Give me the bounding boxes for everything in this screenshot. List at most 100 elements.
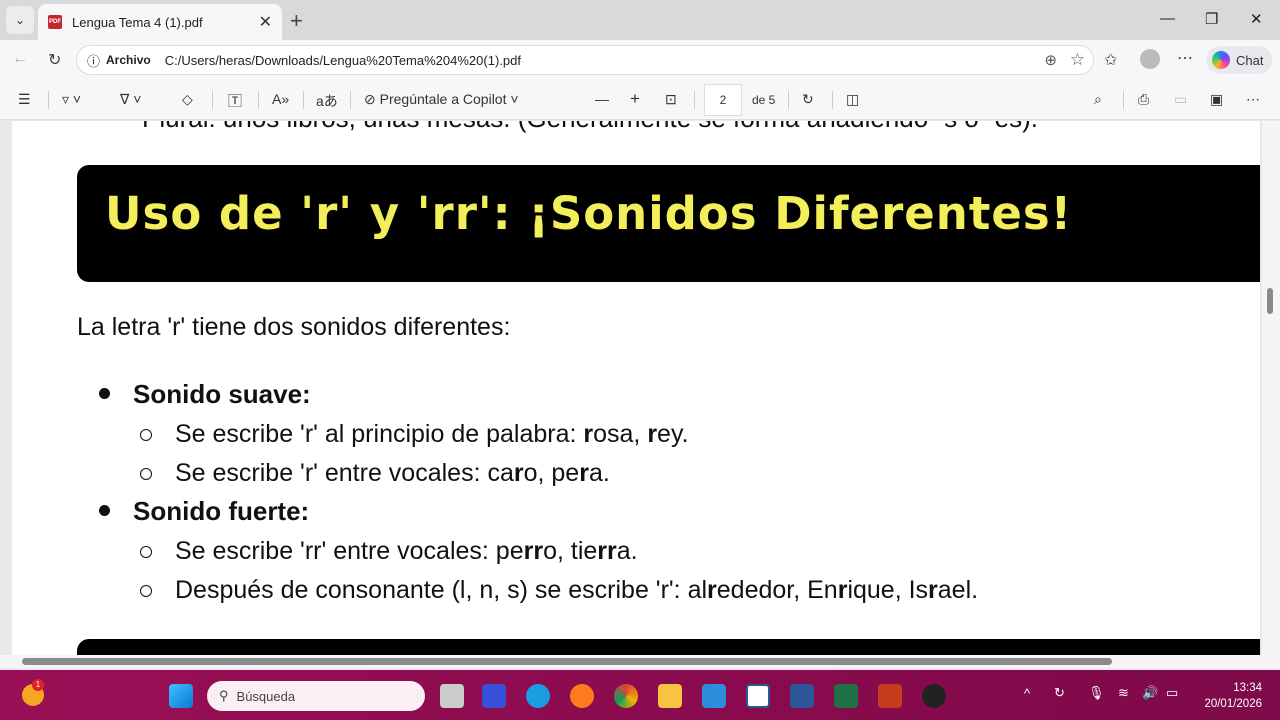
url-text[interactable]: C:/Users/heras/Downloads/Lengua%20Tema%2…	[165, 53, 521, 68]
find-icon[interactable]: ⌕	[1094, 91, 1102, 108]
back-icon[interactable]: ←	[12, 50, 28, 68]
item-text: ey.	[657, 420, 689, 448]
draw-icon[interactable]: ∇ ˅	[120, 91, 141, 108]
zoom-in-icon[interactable]: +	[630, 89, 640, 109]
page-view-icon[interactable]: ◫	[846, 91, 859, 108]
zoom-out-icon[interactable]: —	[595, 91, 609, 107]
firefox-icon[interactable]	[570, 684, 594, 708]
eraser-icon[interactable]: ◇	[182, 91, 193, 108]
item-text: o, tie	[543, 537, 598, 565]
highlighted-letters: rr	[523, 537, 544, 565]
list-item: Se escribe 'r' al principio de palabra: …	[175, 420, 689, 449]
file-explorer-icon[interactable]	[658, 684, 682, 708]
item-text: Se escribe 'r' entre vocales: ca	[175, 459, 514, 487]
word-icon[interactable]	[790, 684, 814, 708]
horizontal-scrollbar[interactable]	[0, 655, 1280, 668]
task-view-icon[interactable]	[440, 684, 464, 708]
close-window-button[interactable]: ✕	[1250, 10, 1263, 28]
wifi-icon[interactable]: ≋	[1118, 685, 1129, 701]
address-bar[interactable]: ⓘ Archivo C:/Users/heras/Downloads/Lengu…	[76, 45, 1094, 75]
item-text: ique, Is	[847, 576, 929, 604]
start-icon[interactable]	[169, 684, 193, 708]
zoom-icon[interactable]: ⊕	[1044, 51, 1057, 69]
info-icon[interactable]: ⓘ	[87, 51, 100, 70]
more-icon[interactable]: ⋯	[1177, 48, 1193, 68]
favorites-icon[interactable]: ✩	[1104, 50, 1117, 70]
minimize-button[interactable]: —	[1160, 10, 1175, 27]
weather-badge: 1	[32, 679, 44, 691]
profile-avatar[interactable]	[1140, 49, 1160, 69]
save-icon: ▭	[1174, 91, 1188, 107]
page-number-input[interactable]: 2	[704, 84, 742, 116]
highlighted-letters: r	[707, 576, 717, 604]
print-icon[interactable]: ⎙	[1138, 91, 1149, 108]
more-tools-icon[interactable]: ⋯	[1246, 91, 1260, 108]
microphone-icon[interactable]: 🎙	[1088, 685, 1105, 701]
taskbar: 1 ⚲ Búsqueda ^ ↻ 🎙 ≋ 🔊 ▭ 13:34 20/01/2026	[0, 670, 1280, 720]
highlighted-letters: r	[583, 420, 594, 448]
highlighted-letters: r	[647, 420, 658, 448]
refresh-icon[interactable]: ↻	[48, 50, 61, 70]
app-icon[interactable]	[482, 684, 506, 708]
sub-bullet-icon	[140, 546, 152, 558]
read-aloud-icon[interactable]: A»	[272, 91, 289, 107]
list-item: Se escribe 'r' entre vocales: caro, pera…	[175, 459, 610, 488]
item-text: a.	[616, 537, 638, 565]
pdf-page: Plural: unos libros, unas mesas. (Genera…	[12, 121, 1260, 655]
vertical-scroll-thumb[interactable]	[1267, 288, 1273, 314]
highlighted-letters: r	[837, 576, 848, 604]
highlighted-letters: r	[928, 576, 938, 604]
page-total: de 5	[752, 93, 776, 107]
fit-width-icon[interactable]: ⊡	[665, 91, 677, 108]
rotate-icon[interactable]: ↻	[802, 91, 814, 108]
contents-icon[interactable]: ☰	[18, 91, 31, 108]
mail-icon[interactable]	[702, 684, 726, 708]
volume-icon[interactable]: 🔊	[1142, 685, 1158, 701]
pdf-viewer: Plural: unos libros, unas mesas. (Genera…	[0, 121, 1280, 655]
item-text: ael.	[937, 576, 979, 604]
search-placeholder: Búsqueda	[236, 688, 296, 704]
pdf-toolbar: ☰ ▿ ˅ ∇ ˅ ◇ 🅃 A» aあ ⊘ Pregúntale a Copil…	[0, 80, 1280, 120]
search-icon: ⚲	[219, 688, 229, 703]
copilot-chat-button[interactable]: Chat	[1206, 46, 1272, 74]
obs-icon[interactable]	[922, 684, 946, 708]
highlight-icon[interactable]: ▿ ˅	[62, 91, 81, 108]
close-tab-icon[interactable]: ✕	[259, 12, 272, 32]
item-text: a.	[588, 459, 610, 487]
tab-active[interactable]: PDF Lengua Tema 4 (1).pdf ✕	[38, 4, 282, 40]
save-as-icon[interactable]: ▣	[1210, 91, 1223, 108]
favorite-star-icon[interactable]: ☆	[1070, 50, 1085, 70]
date: 20/01/2026	[1204, 698, 1262, 710]
taskbar-search[interactable]: ⚲ Búsqueda	[207, 681, 425, 711]
pdf-icon: PDF	[48, 15, 62, 29]
next-heading-banner	[77, 639, 1260, 655]
horizontal-scroll-thumb[interactable]	[22, 658, 1112, 665]
edge-icon[interactable]	[526, 684, 550, 708]
sync-icon[interactable]: ↻	[1054, 685, 1065, 701]
vertical-scrollbar[interactable]	[1262, 121, 1280, 655]
powerpoint-icon[interactable]	[878, 684, 902, 708]
item-text: Se escribe 'rr' entre vocales: pe	[175, 537, 524, 565]
translate-icon[interactable]: aあ	[316, 91, 338, 111]
protocol-label: Archivo	[106, 53, 151, 67]
chrome-icon[interactable]	[614, 684, 638, 708]
copilot-ask-label: Pregúntale a Copilot	[379, 91, 507, 107]
tab-bar: ⌄ PDF Lengua Tema 4 (1).pdf ✕ + — ❐ ✕	[0, 0, 1280, 40]
excel-icon[interactable]	[834, 684, 858, 708]
restore-button[interactable]: ❐	[1205, 10, 1218, 28]
list-item: Después de consonante (l, n, s) se escri…	[175, 576, 978, 605]
text-box-icon[interactable]: 🅃	[228, 91, 242, 111]
clock[interactable]: 13:34 20/01/2026	[1204, 680, 1262, 712]
list-item: Se escribe 'rr' entre vocales: perro, ti…	[175, 537, 638, 566]
battery-icon[interactable]: ▭	[1166, 685, 1178, 701]
item-text: Se escribe 'r' al principio de palabra:	[175, 420, 584, 448]
new-tab-button[interactable]: +	[290, 8, 303, 34]
copilot-icon	[1212, 51, 1230, 69]
word-doc-icon[interactable]	[746, 684, 770, 708]
tray-chevron-icon[interactable]: ^	[1024, 686, 1030, 701]
copilot-ask-button[interactable]: ⊘ Pregúntale a Copilot ˅	[364, 91, 519, 108]
tab-title: Lengua Tema 4 (1).pdf	[72, 14, 203, 30]
item-text: osa,	[593, 420, 648, 448]
tab-actions-chevron-icon[interactable]: ⌄	[6, 6, 34, 34]
bullet-icon	[99, 505, 110, 516]
